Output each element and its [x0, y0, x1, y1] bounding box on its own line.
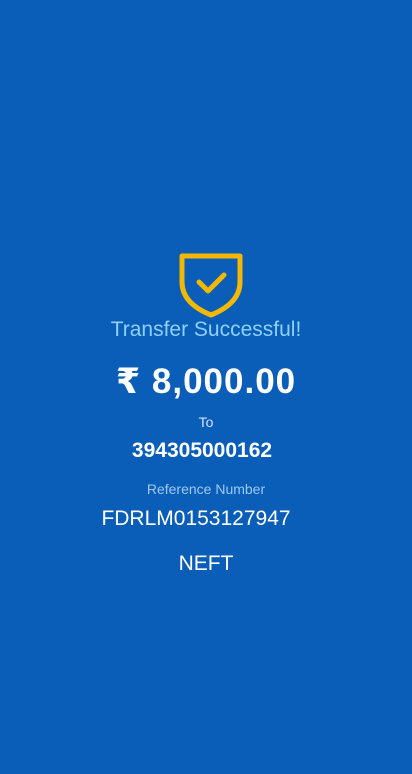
reference-number-label: Reference Number — [146, 481, 266, 497]
shield-check-icon — [179, 253, 243, 318]
reference-number: FDRLM0153127947 — [101, 507, 291, 530]
to-label: To — [198, 414, 214, 430]
transfer-status: Transfer Successful! — [110, 318, 302, 341]
transfer-amount: ₹ 8,000.00 — [115, 362, 297, 401]
recipient-account-number: 394305000162 — [131, 439, 273, 462]
transfer-mode: NEFT — [178, 552, 234, 575]
